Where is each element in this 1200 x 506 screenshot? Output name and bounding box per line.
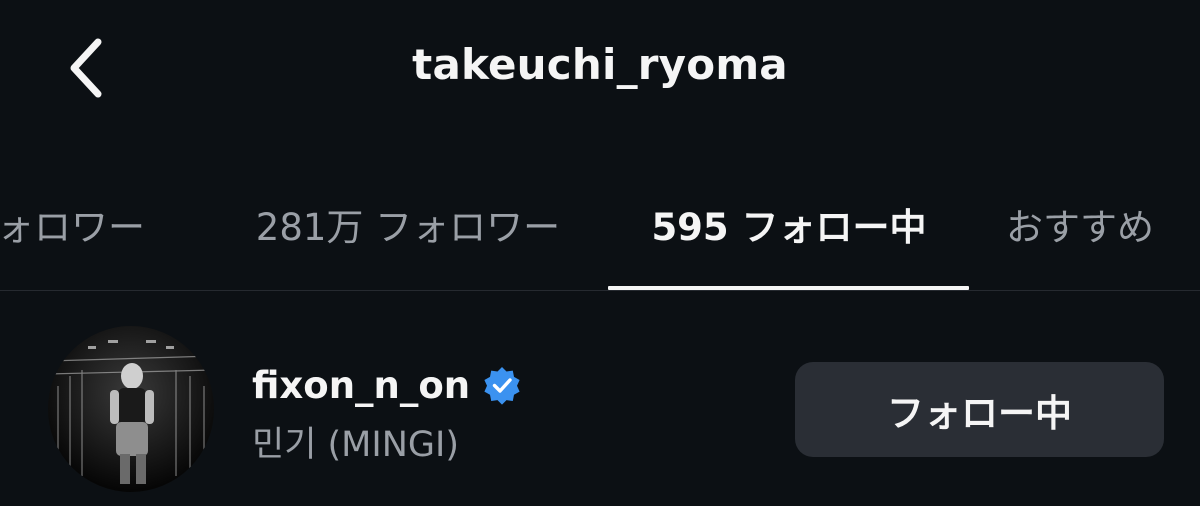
tab-label: フォロワー: [0, 206, 145, 249]
tab-suggested[interactable]: おすすめ: [990, 190, 1190, 290]
username-line: fixon_n_on: [252, 362, 522, 408]
username[interactable]: fixon_n_on: [252, 364, 470, 407]
tab-followers-partial[interactable]: フォロワー: [0, 190, 190, 290]
page-title: takeuchi_ryoma: [412, 40, 788, 89]
following-button[interactable]: フォロー中: [795, 362, 1164, 457]
tab-divider: [0, 290, 1200, 291]
avatar[interactable]: [48, 326, 214, 492]
tab-bar: フォロワー 281万 フォロワー 595 フォロー中 おすすめ: [0, 190, 1200, 292]
list-item[interactable]: fixon_n_on 민기 (MINGI) フォロー中: [0, 312, 1200, 506]
user-info: fixon_n_on 민기 (MINGI): [252, 362, 522, 467]
display-name: 민기 (MINGI): [252, 425, 459, 465]
tab-label: おすすめ: [1006, 206, 1154, 249]
tab-followers[interactable]: 281万 フォロワー: [232, 190, 584, 290]
tab-label: 595 フォロー中: [651, 206, 927, 249]
header: takeuchi_ryoma: [0, 0, 1200, 140]
verified-badge-icon: [484, 367, 520, 405]
tab-label: 281万 フォロワー: [255, 206, 561, 249]
following-screen: takeuchi_ryoma フォロワー 281万 フォロワー 595 フォロー…: [0, 0, 1200, 506]
avatar-image: [48, 326, 214, 492]
tab-following[interactable]: 595 フォロー中: [609, 190, 969, 290]
